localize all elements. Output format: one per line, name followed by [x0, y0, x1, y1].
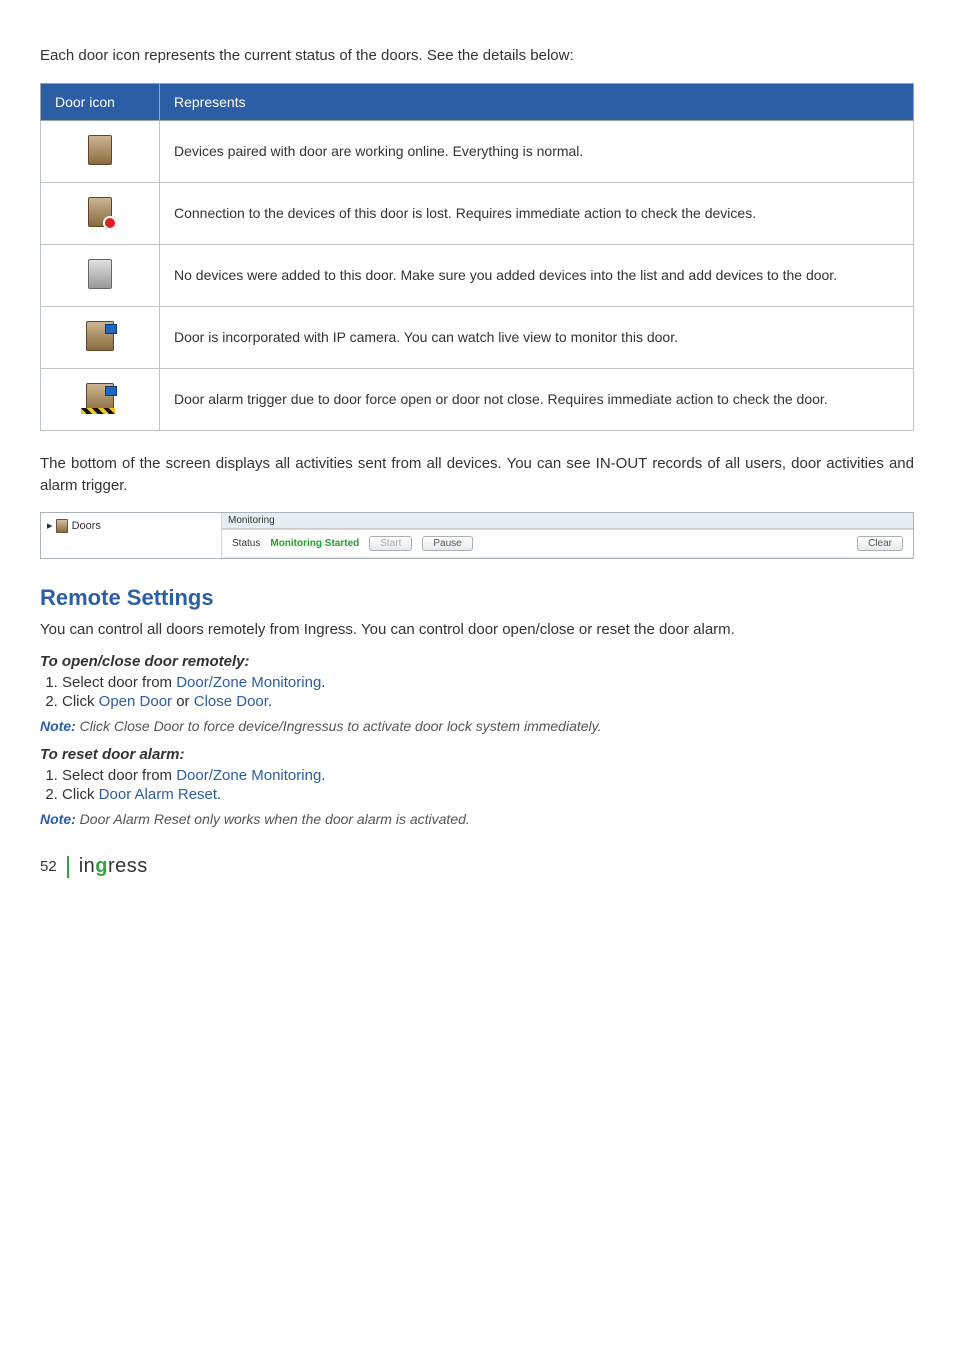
panel-title: Monitoring: [222, 513, 913, 529]
door-represents-cell: Connection to the devices of this door i…: [160, 182, 914, 244]
link-door-zone-monitoring: Door/Zone Monitoring: [176, 767, 321, 784]
lost-door-icon: [88, 197, 112, 227]
door-represents-cell: Door alarm trigger due to door force ope…: [160, 368, 914, 430]
door-icon-cell: [41, 182, 160, 244]
open-close-note: Note: Click Close Door to force device/I…: [40, 718, 914, 734]
col-represents: Represents: [160, 83, 914, 120]
door-icon-cell: [41, 244, 160, 306]
remote-para: You can control all doors remotely from …: [40, 619, 914, 641]
door-represents-cell: Devices paired with door are working onl…: [160, 120, 914, 182]
link-door-zone-monitoring: Door/Zone Monitoring: [176, 674, 321, 691]
normal-door-icon: [88, 135, 112, 165]
door-icon-cell: [41, 306, 160, 368]
table-row: Connection to the devices of this door i…: [41, 182, 914, 244]
table-row: No devices were added to this door. Make…: [41, 244, 914, 306]
door-icon-cell: [41, 368, 160, 430]
door-represents-cell: Door is incorporated with IP camera. You…: [160, 306, 914, 368]
step: Select door from Door/Zone Monitoring.: [62, 674, 914, 691]
step: Select door from Door/Zone Monitoring.: [62, 767, 914, 784]
reset-note: Note: Door Alarm Reset only works when t…: [40, 811, 914, 827]
door-represents-cell: No devices were added to this door. Make…: [160, 244, 914, 306]
pause-button[interactable]: Pause: [422, 536, 472, 551]
page-number: 52: [40, 858, 57, 875]
reset-title: To reset door alarm:: [40, 746, 914, 763]
page-footer: 52 ingress: [40, 855, 914, 878]
reset-steps: Select door from Door/Zone Monitoring. C…: [40, 767, 914, 803]
status-value: Monitoring Started: [270, 538, 359, 549]
status-bar: Status Monitoring Started Start Pause Cl…: [222, 530, 913, 558]
step: Click Door Alarm Reset.: [62, 786, 914, 803]
door-icons-table: Door icon Represents Devices paired with…: [40, 83, 914, 431]
table-row: Door alarm trigger due to door force ope…: [41, 368, 914, 430]
link-close-door: Close Door: [194, 693, 268, 710]
clear-button[interactable]: Clear: [857, 536, 903, 551]
intro-text: Each door icon represents the current st…: [40, 45, 914, 67]
cam-door-icon: [86, 321, 114, 351]
open-close-steps: Select door from Door/Zone Monitoring. C…: [40, 674, 914, 710]
table-row: Devices paired with door are working onl…: [41, 120, 914, 182]
door-tree: ▸ Doors: [41, 513, 222, 558]
alarm-door-icon: [86, 383, 114, 413]
after-table-text: The bottom of the screen displays all ac…: [40, 453, 914, 497]
link-open-door: Open Door: [99, 693, 172, 710]
step: Click Open Door or Close Door.: [62, 693, 914, 710]
empty-door-icon: [88, 259, 112, 289]
footer-divider: [67, 856, 69, 878]
col-door-icon: Door icon: [41, 83, 160, 120]
open-close-title: To open/close door remotely:: [40, 653, 914, 670]
start-button[interactable]: Start: [369, 536, 412, 551]
link-door-alarm-reset: Door Alarm Reset: [99, 786, 217, 803]
monitoring-screenshot: ▸ Doors Monitoring Status Monitoring Sta…: [40, 512, 914, 559]
door-icon-cell: [41, 120, 160, 182]
table-row: Door is incorporated with IP camera. You…: [41, 306, 914, 368]
remote-heading: Remote Settings: [40, 585, 914, 611]
status-label: Status: [232, 538, 260, 549]
tree-root[interactable]: ▸ Doors: [41, 517, 221, 535]
brand-logo: ingress: [79, 855, 148, 878]
